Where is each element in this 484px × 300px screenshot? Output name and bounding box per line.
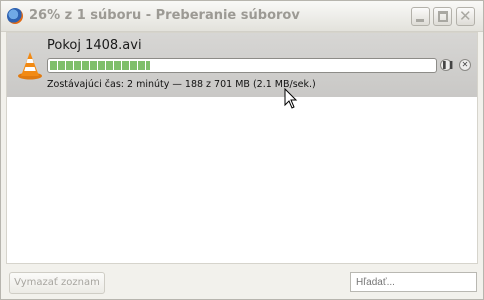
downloads-window: 26% z 1 súboru - Preberanie súborov ✕ Po… <box>0 0 484 300</box>
close-icon: ✕ <box>461 60 469 69</box>
minimize-icon <box>416 19 424 22</box>
downloads-list[interactable]: Pokoj 1408.avi ❚❚ ✕ Zostávajúci čas: 2 m… <box>6 32 478 264</box>
pause-button[interactable]: ❚❚ <box>440 59 455 71</box>
file-name: Pokoj 1408.avi <box>47 38 142 53</box>
download-item[interactable]: Pokoj 1408.avi ❚❚ ✕ Zostávajúci čas: 2 m… <box>7 33 477 97</box>
pause-icon: ❚❚ <box>441 60 455 69</box>
search-input[interactable] <box>350 272 477 292</box>
maximize-icon <box>438 11 448 22</box>
download-status: Zostávajúci čas: 2 minúty — 188 z 701 MB… <box>47 79 316 90</box>
minimize-button[interactable] <box>411 7 430 26</box>
window-title: 26% z 1 súboru - Preberanie súborov <box>29 8 300 23</box>
progress-bar <box>47 58 437 73</box>
firefox-icon <box>7 8 23 24</box>
vlc-cone-icon <box>18 52 42 80</box>
close-icon: ✕ <box>459 7 472 25</box>
clear-list-button[interactable]: Vymazať zoznam <box>9 272 105 294</box>
title-bar[interactable]: 26% z 1 súboru - Preberanie súborov ✕ <box>1 1 483 32</box>
cancel-button[interactable]: ✕ <box>459 59 471 71</box>
progress-fill <box>50 61 150 70</box>
mouse-cursor-icon <box>284 88 298 109</box>
close-window-button[interactable]: ✕ <box>456 7 475 26</box>
maximize-button[interactable] <box>433 7 452 26</box>
